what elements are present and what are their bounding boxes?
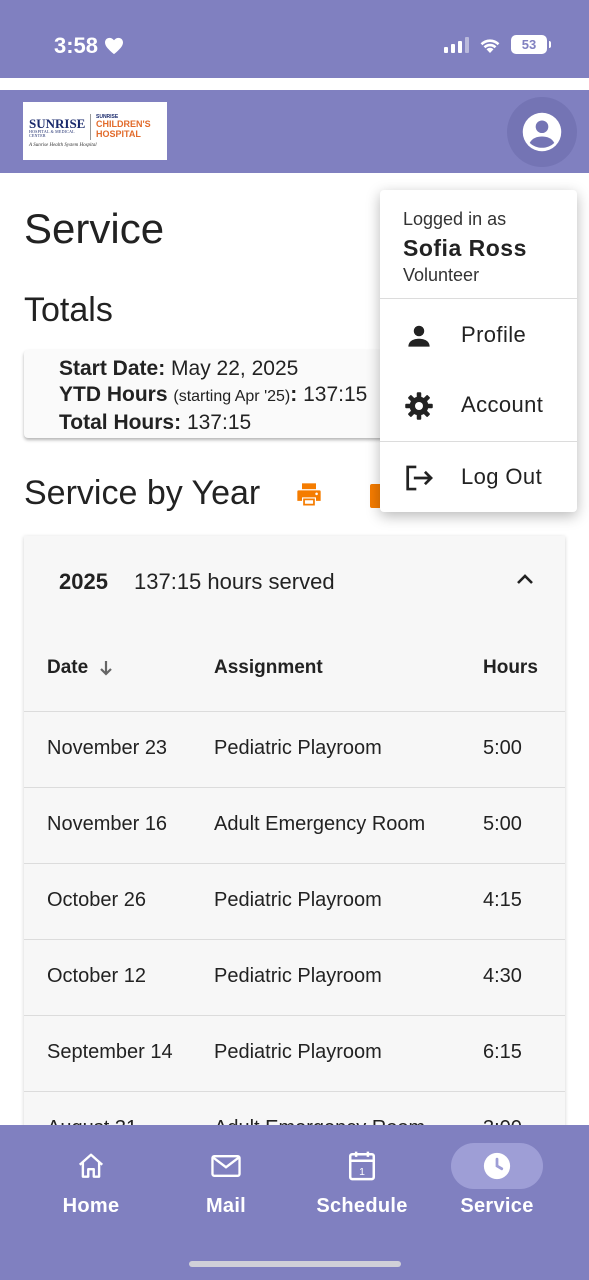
table-row: October 12 Pediatric Playroom 4:30 bbox=[24, 939, 565, 1015]
menu-item-account[interactable]: Account bbox=[380, 372, 577, 438]
totals-heading: Totals bbox=[24, 291, 113, 329]
nav-home[interactable]: Home bbox=[31, 1143, 151, 1233]
panel-hours-summary: 137:15 hours served bbox=[134, 569, 335, 594]
svg-text:1: 1 bbox=[359, 1167, 365, 1178]
nav-label: Service bbox=[460, 1195, 534, 1217]
user-menu-button[interactable] bbox=[507, 97, 577, 167]
nav-service[interactable]: Service bbox=[437, 1143, 557, 1233]
column-header-date[interactable]: Date bbox=[47, 657, 114, 679]
status-bar: 3:58 53 bbox=[0, 0, 589, 78]
table-row: September 14 Pediatric Playroom 6:15 bbox=[24, 1015, 565, 1091]
cellular-signal-icon bbox=[444, 36, 469, 53]
nav-schedule[interactable]: 1 Schedule bbox=[302, 1143, 422, 1233]
gear-icon bbox=[405, 392, 433, 420]
logo-tagline: A Sunrise Health System Hospital bbox=[29, 143, 97, 148]
status-time-text: 3:58 bbox=[54, 33, 99, 58]
bottom-nav: Home Mail 1 Schedule Service bbox=[0, 1125, 589, 1280]
logo-left-text: SUNRISE HOSPITAL & MEDICAL CENTER bbox=[29, 115, 86, 138]
column-header-assignment[interactable]: Assignment bbox=[214, 657, 323, 679]
year-panel-2025: 2025 137:15 hours served Date Assignment… bbox=[24, 536, 565, 1136]
wifi-icon bbox=[480, 38, 500, 53]
page-title: Service bbox=[24, 205, 165, 252]
user-name: Sofia Ross bbox=[403, 235, 527, 261]
status-time: 3:58 bbox=[54, 33, 124, 59]
battery-level: 53 bbox=[521, 37, 537, 52]
nav-active-indicator bbox=[451, 1143, 543, 1189]
mail-icon bbox=[211, 1154, 241, 1178]
status-indicators: 53 bbox=[444, 35, 551, 54]
year-panel-header[interactable]: 2025 137:15 hours served bbox=[24, 536, 565, 628]
home-icon bbox=[78, 1153, 104, 1178]
person-icon bbox=[408, 325, 430, 347]
user-role: Volunteer bbox=[403, 265, 480, 285]
menu-item-label: Profile bbox=[461, 322, 527, 347]
logout-icon bbox=[406, 465, 433, 491]
nav-label: Home bbox=[62, 1195, 120, 1217]
column-header-hours[interactable]: Hours bbox=[483, 657, 538, 679]
hospital-logo[interactable]: SUNRISE HOSPITAL & MEDICAL CENTER SUNRISE… bbox=[23, 102, 167, 160]
calendar-icon: 1 bbox=[348, 1151, 376, 1181]
arrow-down-icon bbox=[100, 661, 112, 676]
print-icon[interactable] bbox=[295, 481, 323, 514]
panel-year: 2025 bbox=[59, 569, 108, 594]
account-circle-icon bbox=[522, 112, 562, 152]
table-row: November 23 Pediatric Playroom 5:00 bbox=[24, 711, 565, 787]
service-by-year-heading: Service by Year bbox=[24, 474, 261, 512]
nav-mail[interactable]: Mail bbox=[166, 1143, 286, 1233]
menu-item-profile[interactable]: Profile bbox=[380, 302, 577, 368]
menu-item-label: Account bbox=[461, 392, 544, 417]
heart-icon bbox=[105, 37, 124, 55]
battery-icon: 53 bbox=[511, 35, 551, 54]
user-menu: Logged in as Sofia Ross Volunteer Profil… bbox=[380, 190, 577, 512]
menu-item-label: Log Out bbox=[461, 464, 543, 489]
app-header: SUNRISE HOSPITAL & MEDICAL CENTER SUNRISE… bbox=[0, 90, 589, 173]
table-row: November 16 Adult Emergency Room 5:00 bbox=[24, 787, 565, 863]
nav-label: Schedule bbox=[316, 1195, 408, 1217]
table-row: October 26 Pediatric Playroom 4:15 bbox=[24, 863, 565, 939]
chevron-up-icon[interactable] bbox=[515, 572, 535, 586]
menu-user-info: Logged in as Sofia Ross Volunteer bbox=[380, 190, 577, 299]
logged-in-label: Logged in as bbox=[403, 209, 507, 229]
logo-right-text: SUNRISE CHILDREN'S HOSPITAL bbox=[96, 113, 151, 139]
clock-icon bbox=[483, 1152, 511, 1180]
home-indicator[interactable] bbox=[189, 1261, 401, 1267]
nav-label: Mail bbox=[205, 1195, 247, 1217]
menu-item-logout[interactable]: Log Out bbox=[380, 444, 577, 510]
